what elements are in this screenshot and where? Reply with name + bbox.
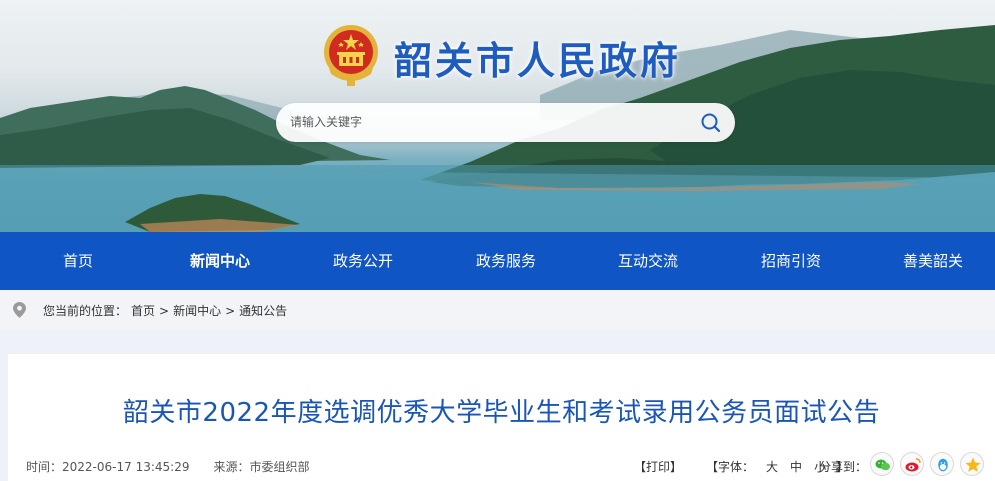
nav-item-shanmei-shaoguan[interactable]: 善美韶关 (873, 232, 993, 290)
search-button[interactable] (699, 111, 723, 135)
qzone-icon (965, 457, 981, 472)
font-size-medium[interactable]: 中 (790, 460, 802, 474)
weibo-icon (905, 458, 921, 472)
article-title: 韶关市2022年度选调优秀大学毕业生和考试录用公务员面试公告 (122, 398, 881, 428)
nav-item-gov-affairs-open[interactable]: 政务公开 (303, 232, 423, 290)
source-label: 来源： (213, 460, 250, 474)
header-banner: 韶关市人民政府 (0, 0, 995, 232)
article-meta: 时间：2022-06-17 13:45:29 来源：市委组织部 (26, 458, 310, 475)
share-weibo-button[interactable] (900, 452, 924, 476)
national-emblem-icon (324, 25, 378, 86)
print-button[interactable]: 【打印】 (634, 460, 682, 474)
breadcrumb-separator: > (159, 304, 170, 318)
breadcrumb-prefix: 您当前的位置： (43, 304, 128, 318)
share-qzone-button[interactable] (960, 452, 984, 476)
search-icon (701, 113, 721, 133)
search-input[interactable] (290, 111, 670, 133)
nav-item-investment[interactable]: 招商引资 (731, 232, 851, 290)
main-nav: 首页 新闻中心 政务公开 政务服务 互动交流 招商引资 善美韶关 (0, 232, 995, 290)
nav-item-gov-services[interactable]: 政务服务 (446, 232, 566, 290)
nav-item-news[interactable]: 新闻中心 (160, 232, 280, 290)
breadcrumb-separator: > (225, 304, 236, 318)
nav-item-home[interactable]: 首页 (18, 232, 138, 290)
location-pin-icon (13, 302, 26, 318)
font-size-prefix: 【字体： (706, 460, 755, 474)
time-label: 时间： (26, 460, 63, 474)
article-panel: 韶关市2022年度选调优秀大学毕业生和考试录用公务员面试公告 时间：2022-0… (8, 354, 995, 481)
breadcrumb-news[interactable]: 新闻中心 (173, 304, 221, 318)
nav-item-interaction[interactable]: 互动交流 (588, 232, 708, 290)
breadcrumb-home[interactable]: 首页 (131, 304, 155, 318)
share-wechat-button[interactable] (870, 452, 894, 476)
share-qq-button[interactable] (930, 452, 954, 476)
wechat-icon (875, 459, 890, 471)
breadcrumb: 您当前的位置： 首页 > 新闻中心 > 通知公告 (0, 290, 995, 330)
article-source: 市委组织部 (249, 460, 310, 474)
share-label: 分享到： (819, 460, 868, 474)
search-bar (276, 103, 735, 142)
breadcrumb-notices[interactable]: 通知公告 (239, 304, 287, 318)
font-size-large[interactable]: 大 (766, 460, 778, 474)
article-tools: 【打印】 【字体：大中小】 (634, 458, 848, 475)
qq-icon (938, 458, 948, 472)
site-title: 韶关市人民政府 (394, 39, 682, 83)
publish-time: 2022-06-17 13:45:29 (62, 460, 190, 474)
